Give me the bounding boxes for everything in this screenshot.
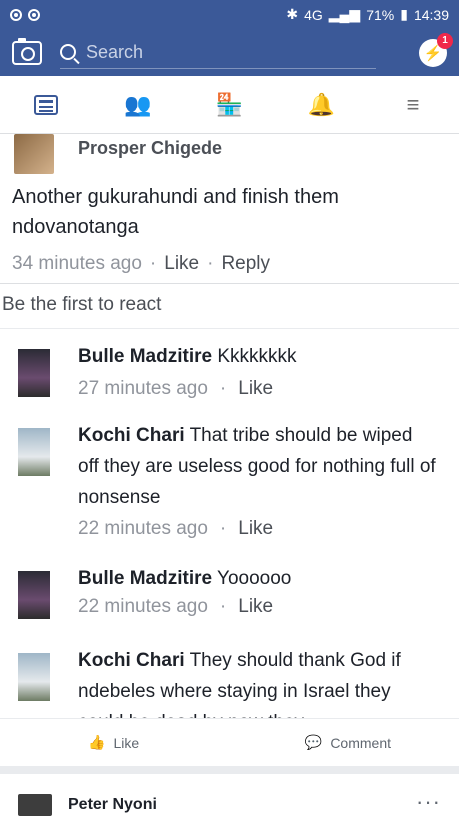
menu-tab[interactable]: ≡	[397, 91, 429, 119]
reply-time: 22 minutes ago	[78, 518, 208, 539]
meta-separator: ·	[219, 518, 227, 539]
network-label: 4G	[304, 6, 323, 23]
bell-icon: 🔔	[307, 91, 335, 117]
reply-time: 22 minutes ago	[78, 596, 208, 617]
comment-author[interactable]: Prosper Chigede	[78, 138, 222, 159]
thumbs-up-icon: 👍	[88, 734, 106, 750]
reply-body: Kochi Chari They should thank God if nde…	[78, 645, 438, 718]
search-field[interactable]: Search	[60, 37, 376, 69]
reply-author[interactable]: Bulle Madzitire	[78, 346, 212, 367]
like-label: Like	[113, 734, 140, 751]
more-options-icon[interactable]: ···	[416, 789, 441, 815]
comments-view: Prosper Chigede Another gukurahundi and …	[0, 134, 459, 816]
comment-text: Another gukurahundi and finish them ndov…	[12, 186, 339, 238]
notifications-tab[interactable]: 🔔	[305, 91, 337, 119]
battery-icon: ▮	[400, 6, 408, 22]
signal-icon: ▂▄▆	[328, 6, 361, 22]
menu-icon: ≡	[406, 91, 420, 117]
avatar[interactable]	[18, 428, 50, 476]
friends-tab[interactable]: 👥	[122, 91, 154, 119]
comment-button[interactable]: 💬 Comment	[305, 734, 391, 751]
camera-icon[interactable]	[12, 37, 42, 65]
avatar[interactable]	[18, 571, 50, 619]
meta-separator: ·	[219, 596, 227, 617]
notification-icon	[10, 8, 22, 21]
news-feed-tab[interactable]	[30, 91, 62, 119]
messenger-icon[interactable]: ⚡ 1	[419, 32, 453, 67]
meta-separator: ·	[219, 378, 227, 399]
status-icons-right: ✱ 4G ▂▄▆ 71% ▮ 14:39	[286, 6, 449, 23]
clock: 14:39	[413, 6, 449, 23]
comment-icon: 💬	[304, 734, 323, 750]
reply-link[interactable]: Reply	[221, 253, 270, 275]
reply-meta: 22 minutes ago · Like	[78, 518, 273, 540]
like-button[interactable]: 👍 Like	[88, 734, 139, 751]
marketplace-icon: 🏪	[215, 91, 244, 117]
like-link[interactable]: Like	[164, 253, 199, 275]
avatar[interactable]	[18, 794, 52, 816]
reply-meta: 27 minutes ago · Like	[78, 378, 273, 400]
nav-bar: 👥 🏪 🔔 ≡	[0, 76, 459, 134]
status-icons-left	[10, 8, 40, 21]
comment-meta: 34 minutes ago · Like · Reply	[12, 253, 270, 275]
notification-icon	[28, 8, 40, 21]
meta-separator: ·	[207, 253, 214, 274]
react-prompt[interactable]: Be the first to react	[2, 294, 161, 316]
comment-time: 34 minutes ago	[12, 253, 142, 274]
reply-author[interactable]: Kochi Chari	[78, 425, 185, 446]
news-feed-icon	[33, 94, 58, 115]
marketplace-tab[interactable]: 🏪	[213, 91, 245, 119]
avatar[interactable]	[14, 134, 54, 174]
reply-body: Kochi Chari That tribe should be wiped o…	[78, 420, 438, 513]
reply-text: Kkkkkkkk	[217, 346, 297, 367]
search-placeholder: Search	[86, 41, 144, 62]
search-icon	[60, 44, 76, 60]
post-separator	[0, 766, 459, 774]
like-link[interactable]: Like	[238, 378, 273, 400]
reply-body: Bulle Madzitire Kkkkkkkk	[78, 341, 438, 372]
comment-label: Comment	[330, 734, 391, 751]
post-actions: 👍 Like 💬 Comment	[0, 718, 459, 766]
post-author[interactable]: Peter Nyoni	[68, 796, 157, 814]
next-post: Peter Nyoni ···	[0, 774, 459, 816]
avatar[interactable]	[18, 349, 50, 397]
bluetooth-icon: ✱	[286, 6, 299, 22]
reply-item: Kochi Chari They should thank God if nde…	[18, 645, 448, 718]
reply-body: Bulle Madzitire Yoooooo	[78, 563, 438, 594]
reply-author[interactable]: Kochi Chari	[78, 650, 185, 671]
like-link[interactable]: Like	[238, 596, 273, 618]
battery-percent: 71%	[366, 6, 395, 23]
status-bar: ✱ 4G ▂▄▆ 71% ▮ 14:39	[0, 0, 459, 29]
avatar[interactable]	[18, 653, 50, 701]
reply-meta: 22 minutes ago · Like	[78, 596, 273, 618]
reply-text: Yoooooo	[217, 568, 292, 589]
divider	[0, 283, 459, 284]
meta-separator: ·	[149, 253, 157, 274]
divider	[0, 328, 459, 329]
top-bar: Search ⚡ 1	[0, 29, 459, 76]
reply-time: 27 minutes ago	[78, 378, 208, 399]
friends-icon: 👥	[123, 91, 152, 117]
reply-author[interactable]: Bulle Madzitire	[78, 568, 212, 589]
messenger-badge: 1	[437, 32, 453, 49]
like-link[interactable]: Like	[238, 518, 273, 540]
